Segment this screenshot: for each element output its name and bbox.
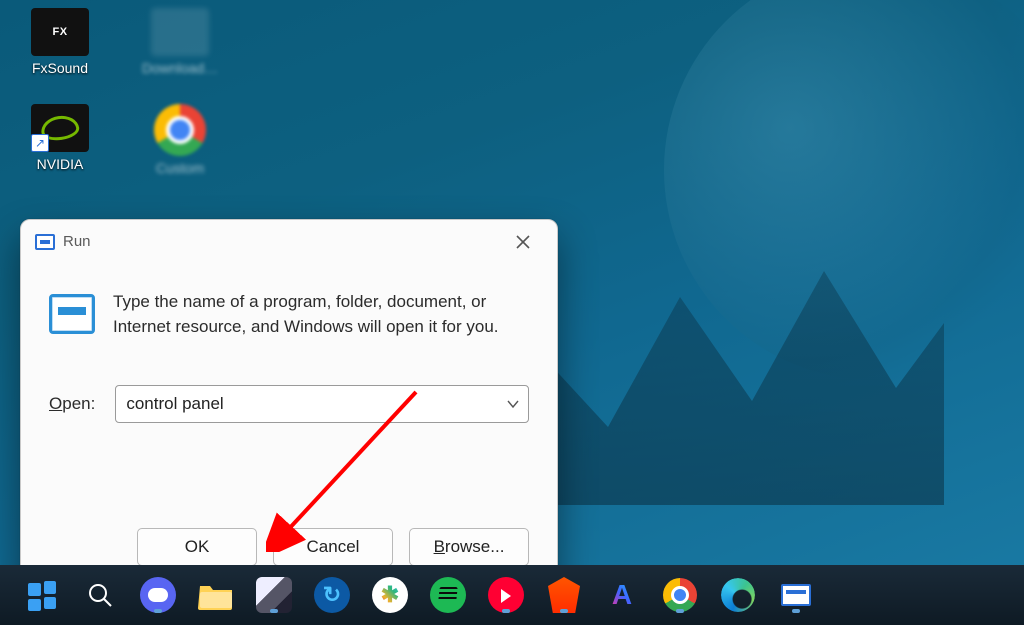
chrome-icon [663,578,697,612]
blurred-icon [151,8,209,56]
sync-icon [314,577,350,613]
taskbar-chrome[interactable] [660,575,700,615]
taskbar-brave[interactable] [544,575,584,615]
browse-button[interactable]: Browse... [409,528,529,566]
open-input[interactable] [116,394,528,414]
cancel-button[interactable]: Cancel [273,528,393,566]
start-button[interactable] [22,575,62,615]
folder-icon [198,580,234,610]
desktop-icon-blurred[interactable]: Download… [140,8,220,76]
fxsound-icon: FX [31,8,89,56]
desktop-icon-label-blurred: Custom [156,160,204,176]
windows-icon [28,581,56,609]
discord-icon [140,577,176,613]
taskbar-youtube-music[interactable] [486,575,526,615]
youtube-music-icon [488,577,524,613]
search-icon [87,582,113,608]
titlebar[interactable]: Run [21,220,557,264]
run-dialog: Run Type the name of a program, folder, … [20,219,558,589]
taskbar-discord[interactable] [138,575,178,615]
taskbar: ✱ A [0,565,1024,625]
nvidia-icon: ↗ [31,104,89,152]
app-icon [256,577,292,613]
run-large-icon [49,294,95,334]
run-icon [35,234,55,250]
desktop-icon-fxsound[interactable]: FX FxSound [20,8,100,76]
desktop-icon-label: NVIDIA [37,156,84,172]
edge-icon [721,578,755,612]
desktop-icon-label-blurred: Download… [142,60,218,76]
slack-icon: ✱ [372,577,408,613]
taskbar-arc[interactable]: A [602,575,642,615]
ok-button[interactable]: OK [137,528,257,566]
close-button[interactable] [503,226,543,258]
taskbar-edge[interactable] [718,575,758,615]
taskbar-spotify[interactable] [428,575,468,615]
chrome-icon [154,104,206,156]
brave-icon [548,577,580,613]
taskbar-sync[interactable] [312,575,352,615]
arc-icon: A [612,579,632,611]
open-combobox[interactable] [115,385,529,423]
close-icon [516,235,530,249]
desktop-icon-chrome[interactable]: Custom [140,104,220,176]
dialog-description: Type the name of a program, folder, docu… [113,290,529,339]
run-icon [781,584,811,606]
open-label: Open: [49,394,95,414]
taskbar-run[interactable] [776,575,816,615]
desktop-icon-nvidia[interactable]: ↗ NVIDIA [20,104,100,172]
desktop: FX FxSound ↗ NVIDIA Download… Custom [0,0,220,176]
taskbar-app-avatar[interactable] [254,575,294,615]
desktop-icon-label: FxSound [32,60,88,76]
dialog-title: Run [63,233,91,250]
taskbar-search[interactable] [80,575,120,615]
shortcut-overlay-icon: ↗ [31,134,49,152]
spotify-icon [430,577,466,613]
taskbar-slack[interactable]: ✱ [370,575,410,615]
taskbar-explorer[interactable] [196,575,236,615]
